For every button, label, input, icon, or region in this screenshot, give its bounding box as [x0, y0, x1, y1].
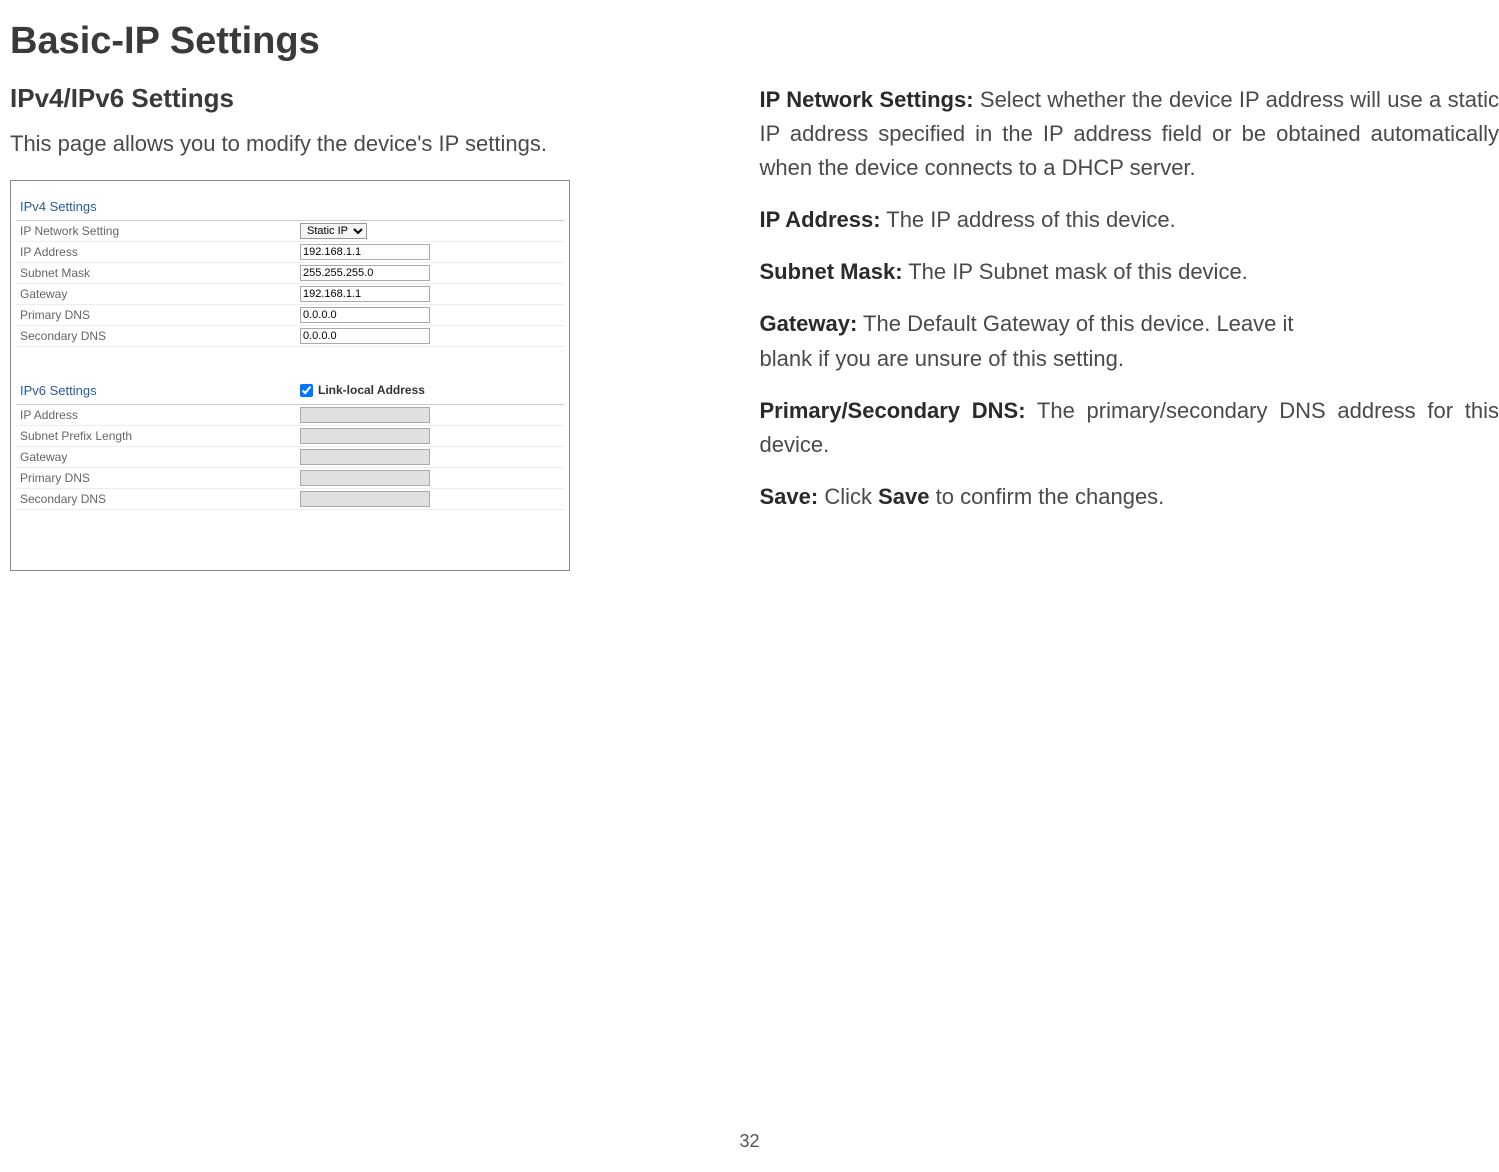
ipv6-gateway-label: Gateway	[20, 450, 300, 464]
ipv4-subnet-mask-label: Subnet Mask	[20, 266, 300, 280]
intro-text: This page allows you to modify the devic…	[10, 129, 720, 160]
ipv4-ip-address-input[interactable]	[300, 244, 430, 260]
ipv4-secondary-dns-input[interactable]	[300, 328, 430, 344]
desc-save-text1: Click	[818, 484, 878, 509]
right-column: IP Network Settings: Select whether the …	[750, 83, 1499, 571]
ipv6-secondary-dns-row: Secondary DNS	[16, 489, 564, 510]
desc-ip-network: IP Network Settings: Select whether the …	[760, 83, 1499, 185]
ipv6-header-row: IPv6 Settings Link-local Address	[16, 377, 564, 405]
ipv6-ip-address-input[interactable]	[300, 407, 430, 423]
ipv4-subnet-mask-input[interactable]	[300, 265, 430, 281]
ipv4-primary-dns-input[interactable]	[300, 307, 430, 323]
desc-subnet-bold: Subnet Mask:	[760, 259, 903, 284]
ipv4-settings-header: IPv4 Settings	[16, 191, 564, 221]
ipv6-primary-dns-input[interactable]	[300, 470, 430, 486]
link-local-label: Link-local Address	[318, 383, 425, 397]
settings-panel: IPv4 Settings IP Network Setting Static …	[10, 180, 570, 571]
ipv4-secondary-dns-row: Secondary DNS	[16, 326, 564, 347]
ipv4-ip-address-label: IP Address	[20, 245, 300, 259]
page-number: 32	[739, 1131, 759, 1152]
desc-save-text2: to confirm the changes.	[930, 484, 1165, 509]
ip-network-setting-row: IP Network Setting Static IP	[16, 221, 564, 242]
desc-subnet-text: The IP Subnet mask of this device.	[903, 259, 1248, 284]
desc-dns: Primary/Secondary DNS: The primary/secon…	[760, 394, 1499, 462]
ipv4-primary-dns-row: Primary DNS	[16, 305, 564, 326]
ipv4-gateway-row: Gateway	[16, 284, 564, 305]
ipv4-gateway-input[interactable]	[300, 286, 430, 302]
content-columns: IPv4/IPv6 Settings This page allows you …	[0, 83, 1499, 571]
desc-gateway-line2: blank if you are unsure of this setting.	[760, 342, 1499, 376]
ipv4-ip-address-row: IP Address	[16, 242, 564, 263]
ipv4-primary-dns-label: Primary DNS	[20, 308, 300, 322]
ipv6-primary-dns-row: Primary DNS	[16, 468, 564, 489]
desc-save: Save: Click Save to confirm the changes.	[760, 480, 1499, 514]
ip-network-setting-label: IP Network Setting	[20, 224, 300, 238]
ipv6-ip-address-row: IP Address	[16, 405, 564, 426]
desc-save-bold2: Save	[878, 484, 929, 509]
ipv6-subnet-prefix-input[interactable]	[300, 428, 430, 444]
desc-ip-address: IP Address: The IP address of this devic…	[760, 203, 1499, 237]
ipv4-subnet-mask-row: Subnet Mask	[16, 263, 564, 284]
ipv4-gateway-label: Gateway	[20, 287, 300, 301]
desc-ip-network-bold: IP Network Settings:	[760, 87, 974, 112]
link-local-wrapper: Link-local Address	[300, 383, 425, 397]
ipv6-primary-dns-label: Primary DNS	[20, 471, 300, 485]
left-column: IPv4/IPv6 Settings This page allows you …	[0, 83, 750, 571]
ipv6-ip-address-label: IP Address	[20, 408, 300, 422]
ipv6-gateway-row: Gateway	[16, 447, 564, 468]
ipv4-secondary-dns-label: Secondary DNS	[20, 329, 300, 343]
ip-network-setting-select[interactable]: Static IP	[300, 223, 367, 239]
link-local-checkbox[interactable]	[300, 384, 313, 397]
desc-gateway-text-l1: The Default Gateway of this device. Leav…	[857, 311, 1293, 336]
page-title: Basic-IP Settings	[0, 20, 1499, 63]
desc-ip-address-text: The IP address of this device.	[881, 207, 1176, 232]
section-title: IPv4/IPv6 Settings	[10, 83, 720, 114]
ipv6-secondary-dns-input[interactable]	[300, 491, 430, 507]
ipv6-gateway-input[interactable]	[300, 449, 430, 465]
desc-gateway-bold: Gateway:	[760, 311, 858, 336]
desc-subnet: Subnet Mask: The IP Subnet mask of this …	[760, 255, 1499, 289]
desc-ip-address-bold: IP Address:	[760, 207, 881, 232]
ipv6-section: IPv6 Settings Link-local Address IP Addr…	[16, 377, 564, 510]
desc-dns-bold: Primary/Secondary DNS:	[760, 398, 1026, 423]
desc-save-bold: Save:	[760, 484, 819, 509]
ipv6-subnet-prefix-label: Subnet Prefix Length	[20, 429, 300, 443]
ipv6-subnet-prefix-row: Subnet Prefix Length	[16, 426, 564, 447]
ipv6-secondary-dns-label: Secondary DNS	[20, 492, 300, 506]
ipv6-settings-header: IPv6 Settings	[20, 383, 300, 398]
desc-gateway: Gateway: The Default Gateway of this dev…	[760, 307, 1499, 341]
